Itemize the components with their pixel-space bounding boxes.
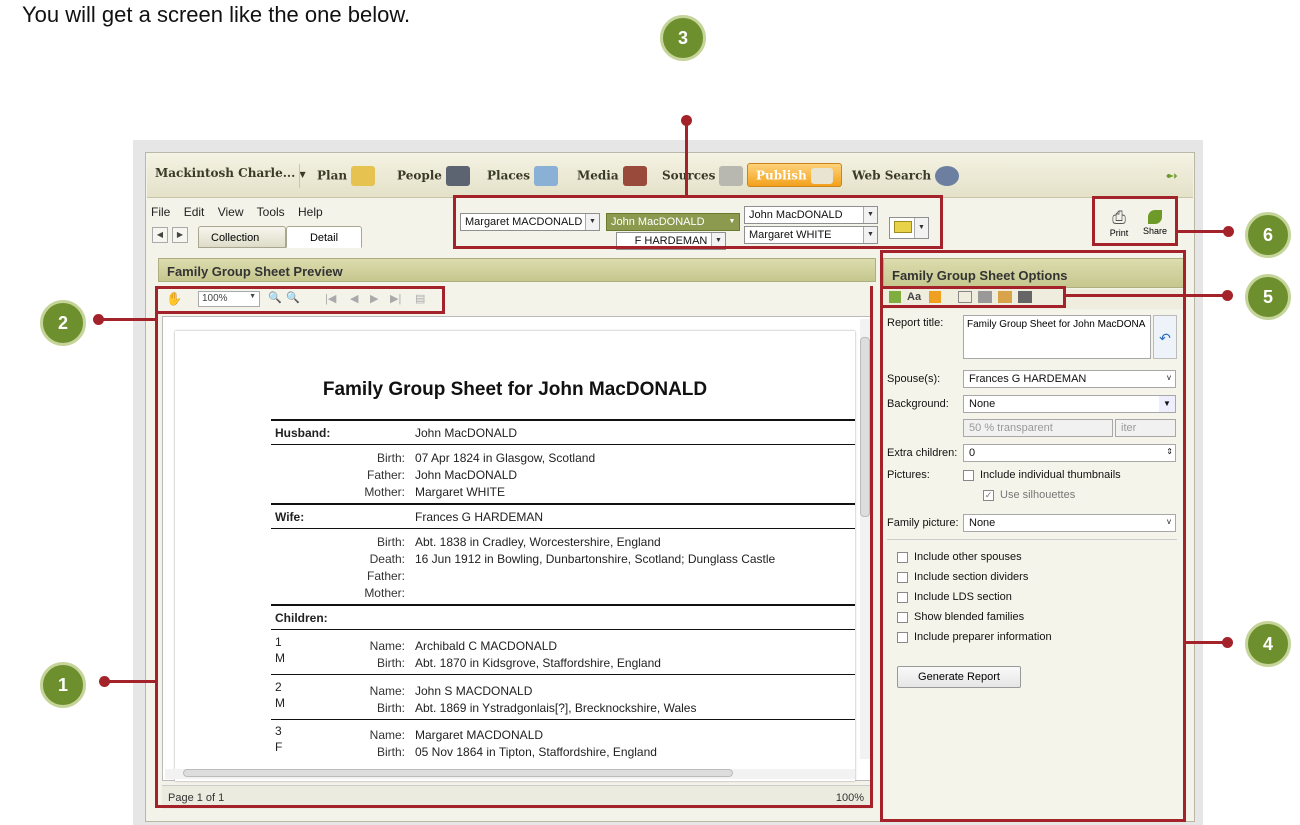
leaf-logo-icon: ➻ [1165,168,1179,185]
nav-places[interactable]: Places [487,166,559,186]
tab-detail[interactable]: Detail [286,226,362,248]
callout-badge-6: 6 [1245,212,1291,258]
callout-box-3 [453,195,943,249]
callout-box-6 [1092,196,1178,246]
nav-media[interactable]: Media [577,166,647,186]
callout-badge-2: 2 [40,300,86,346]
nav-sources-label: Sources [662,168,716,183]
callout-line-1 [104,680,155,683]
menu-view[interactable]: View [218,205,244,219]
nav-places-label: Places [487,168,531,183]
callout-dot-2 [93,314,104,325]
tree-selector-label: Mackintosh Charle... [155,166,296,180]
menu-tools[interactable]: Tools [257,205,285,219]
callout-line-3 [685,121,688,195]
callout-dot-6 [1223,226,1234,237]
nav-people[interactable]: People [397,166,470,186]
menu-edit[interactable]: Edit [184,205,205,219]
nav-plan-label: Plan [317,168,348,183]
preview-panel-title: Family Group Sheet Preview [158,258,876,282]
menu-file[interactable]: File [151,205,170,219]
people-icon [445,166,470,186]
callout-dot-1 [99,676,110,687]
back-button[interactable]: ◀ [152,227,168,243]
callout-badge-3: 3 [660,15,706,61]
nav-sources[interactable]: Sources [662,166,744,186]
intro-text: You will get a screen like the one below… [22,2,411,27]
callout-badge-4: 4 [1245,621,1291,667]
top-navigation: Mackintosh Charle... ▼ Plan People Place… [147,154,1193,198]
media-icon [622,166,647,186]
nav-plan[interactable]: Plan [317,166,376,186]
binoculars-icon [935,166,960,186]
callout-badge-1: 1 [40,662,86,708]
nav-web-search-label: Web Search [852,168,932,183]
sources-icon [719,166,744,186]
callout-dot-4 [1222,637,1233,648]
callout-box-1 [155,286,873,808]
callout-line-4 [1186,641,1226,644]
publish-icon [810,168,833,184]
nav-people-label: People [397,168,442,183]
nav-web-search[interactable]: Web Search [852,166,960,186]
nav-media-label: Media [577,168,619,183]
tab-collection[interactable]: Collection [198,226,286,248]
callout-dot-5 [1222,290,1233,301]
callout-line-6 [1178,230,1228,233]
nav-publish-label: Publish [756,168,807,183]
tree-selector[interactable]: Mackintosh Charle... ▼ [155,166,306,180]
nav-divider [299,164,300,188]
callout-line-2 [98,318,155,321]
callout-box-4 [880,250,1186,822]
nav-publish[interactable]: Publish [747,163,842,187]
callout-badge-5: 5 [1245,274,1291,320]
menu-help[interactable]: Help [298,205,323,219]
forward-button[interactable]: ▶ [172,227,188,243]
plan-icon [351,166,376,186]
places-icon [534,166,559,186]
menu-bar: File Edit View Tools Help [151,205,333,219]
